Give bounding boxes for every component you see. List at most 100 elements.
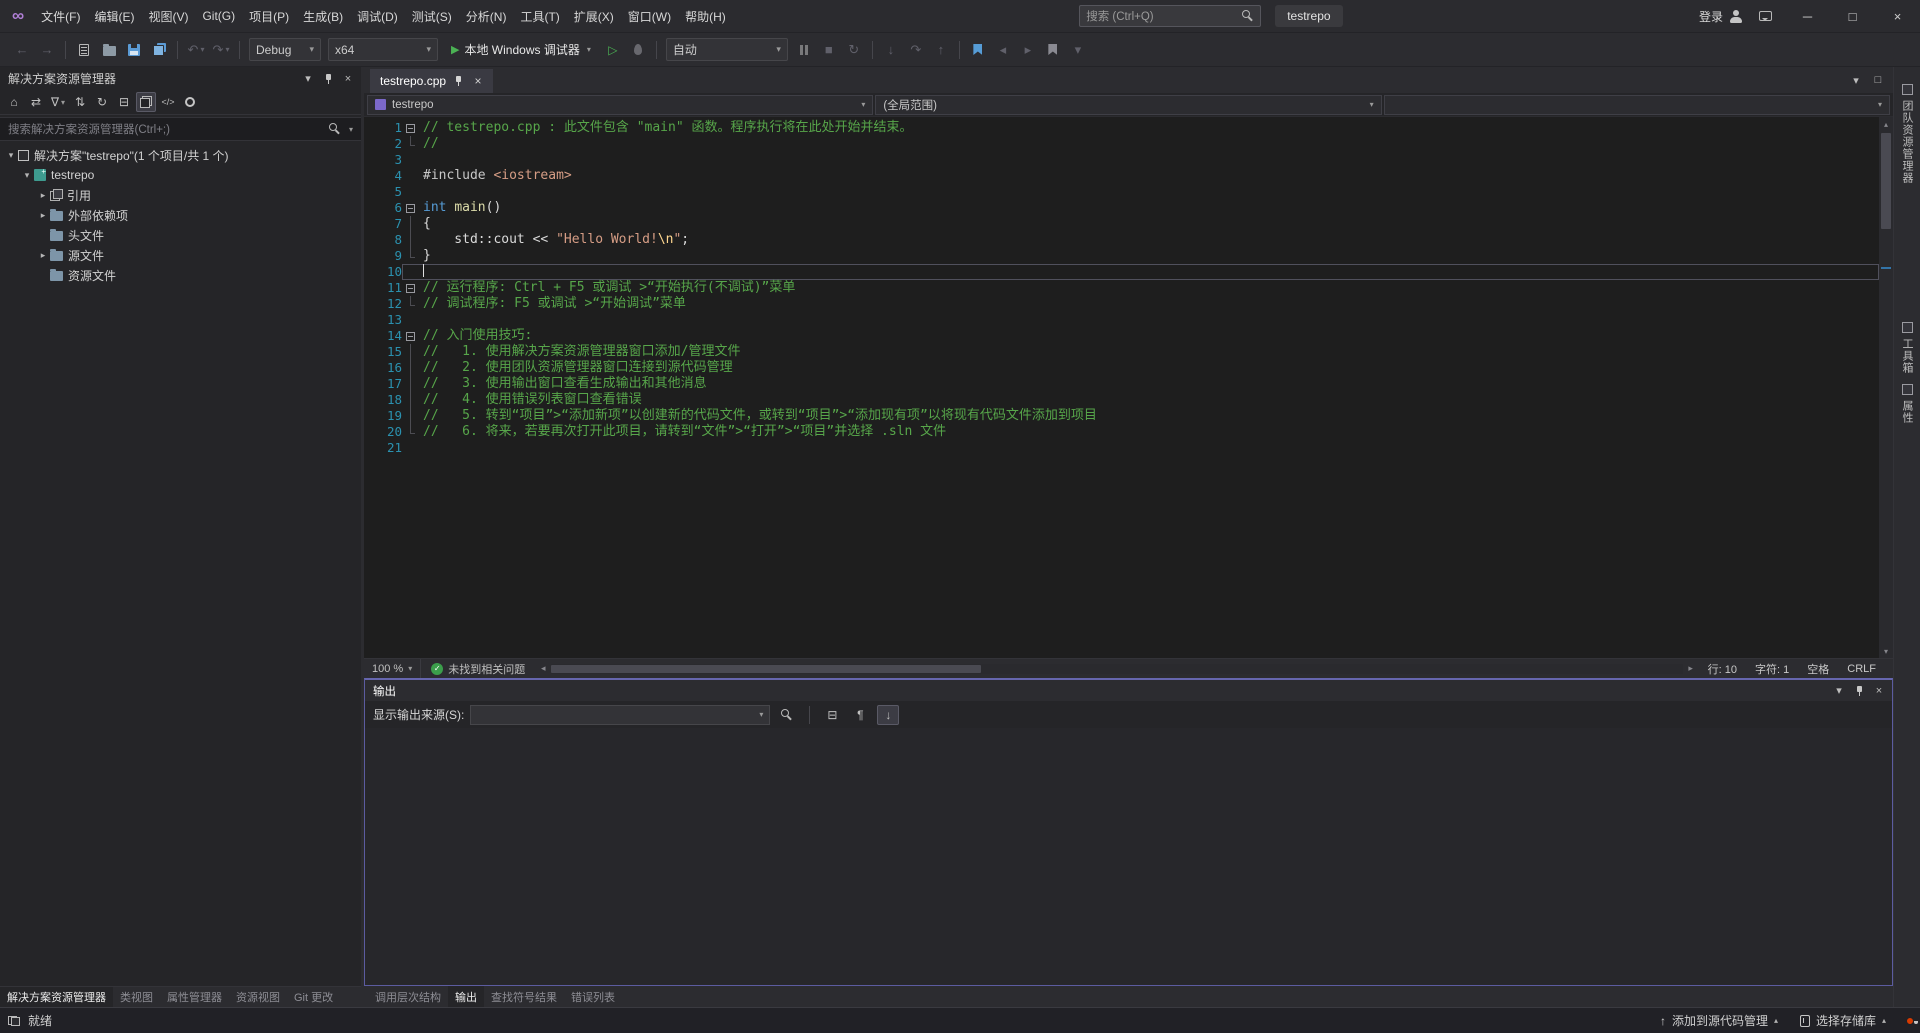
new-project-icon[interactable]: [72, 38, 96, 62]
navigate-forward-icon[interactable]: →: [35, 38, 59, 62]
background-tasks-icon[interactable]: [8, 1016, 20, 1026]
bottom-panel-tab[interactable]: 错误列表: [564, 986, 622, 1007]
code-line[interactable]: 4#include <iostream>: [364, 168, 1893, 184]
scrollbar-thumb[interactable]: [551, 665, 981, 673]
feedback-button[interactable]: [1753, 4, 1777, 28]
scroll-up-icon[interactable]: ▴: [1884, 117, 1888, 131]
code-line[interactable]: 7{: [364, 216, 1893, 232]
vertical-scrollbar[interactable]: ▴ ▾: [1879, 117, 1893, 658]
step-into-icon[interactable]: ↓: [879, 38, 903, 62]
expander-icon[interactable]: ▸: [36, 210, 50, 221]
code-line[interactable]: 19// 5. 转到“项目”>“添加新项”以创建新的代码文件，或转到“项目”>“…: [364, 408, 1893, 424]
code-line[interactable]: 1// testrepo.cpp : 此文件包含 "main" 函数。程序执行将…: [364, 120, 1893, 136]
clear-all-icon[interactable]: ⊟: [821, 705, 843, 725]
expander-icon[interactable]: ▾: [4, 150, 18, 161]
horizontal-scrollbar[interactable]: ◂ ▸: [535, 659, 1698, 678]
code-line[interactable]: 17// 3. 使用输出窗口查看生成输出和其他消息: [364, 376, 1893, 392]
close-icon[interactable]: ×: [339, 70, 357, 88]
scroll-down-icon[interactable]: ▾: [1884, 644, 1888, 658]
code-health-indicator[interactable]: ✓ 未找到相关问题: [420, 659, 535, 678]
menu-item[interactable]: 工具(T): [513, 0, 566, 32]
code-line[interactable]: 3: [364, 152, 1893, 168]
code-line[interactable]: 5: [364, 184, 1893, 200]
clear-bookmarks-icon[interactable]: [1041, 38, 1065, 62]
window-position-icon[interactable]: ▾: [299, 70, 317, 88]
collapse-region-icon[interactable]: [406, 284, 415, 293]
start-debugging-button[interactable]: ▶ 本地 Windows 调试器 ▾: [444, 38, 598, 62]
menu-item[interactable]: 视图(V): [141, 0, 195, 32]
menu-item[interactable]: 编辑(E): [87, 0, 141, 32]
menu-item[interactable]: 文件(F): [34, 0, 87, 32]
sign-in-button[interactable]: 登录: [1689, 8, 1753, 25]
autohide-tab[interactable]: 工具箱: [1899, 317, 1915, 379]
pin-icon[interactable]: [319, 70, 337, 88]
fold-margin[interactable]: [402, 328, 419, 344]
code-line[interactable]: 14// 入门使用技巧:: [364, 328, 1893, 344]
hot-reload-icon[interactable]: [626, 38, 650, 62]
fold-margin[interactable]: [402, 200, 419, 216]
word-wrap-icon[interactable]: ¶: [849, 705, 871, 725]
tree-item[interactable]: 资源文件: [0, 265, 361, 285]
code-line[interactable]: 6int main(): [364, 200, 1893, 216]
view-code-icon[interactable]: </>: [158, 92, 178, 112]
search-options-icon[interactable]: ▾: [349, 125, 353, 134]
tree-item[interactable]: ▾解决方案"testrepo"(1 个项目/共 1 个): [0, 145, 361, 165]
tool-window-tab[interactable]: 资源视图: [229, 987, 287, 1007]
step-over-icon[interactable]: ↷: [904, 38, 928, 62]
show-all-files-icon[interactable]: [136, 92, 156, 112]
document-tab[interactable]: testrepo.cpp ×: [370, 69, 493, 93]
collapse-region-icon[interactable]: [406, 204, 415, 213]
menu-item[interactable]: 生成(B): [296, 0, 350, 32]
next-bookmark-icon[interactable]: ▸: [1016, 38, 1040, 62]
open-file-icon[interactable]: [97, 38, 121, 62]
menu-item[interactable]: 调试(D): [350, 0, 405, 32]
tool-window-tab[interactable]: Git 更改: [287, 987, 340, 1007]
restart-icon[interactable]: ↻: [842, 38, 866, 62]
pin-icon[interactable]: [453, 75, 464, 87]
auto-combo[interactable]: 自动▾: [666, 38, 788, 61]
project-dropdown[interactable]: testrepo ▾: [367, 95, 873, 115]
collapse-region-icon[interactable]: [406, 124, 415, 133]
tool-window-tab[interactable]: 解决方案资源管理器: [0, 987, 113, 1007]
fold-margin[interactable]: [402, 280, 419, 296]
step-out-icon[interactable]: ↑: [929, 38, 953, 62]
close-icon[interactable]: ×: [1870, 682, 1888, 700]
spaces-indicator[interactable]: 空格: [1798, 661, 1838, 677]
code-line[interactable]: 8 std::cout << "Hello World!\n";: [364, 232, 1893, 248]
close-icon[interactable]: ×: [471, 74, 485, 88]
tree-item[interactable]: ▸引用: [0, 185, 361, 205]
code-line[interactable]: 10: [364, 264, 1893, 280]
previous-bookmark-icon[interactable]: ◂: [991, 38, 1015, 62]
output-header[interactable]: 输出 ▾ ×: [365, 680, 1892, 701]
tree-item[interactable]: ▾testrepo: [0, 165, 361, 185]
code-line[interactable]: 9}: [364, 248, 1893, 264]
bottom-panel-tab[interactable]: 调用层次结构: [368, 986, 448, 1007]
collapse-region-icon[interactable]: [406, 332, 415, 341]
scroll-right-icon[interactable]: ▸: [1683, 663, 1699, 674]
menu-item[interactable]: Git(G): [195, 0, 242, 32]
menu-item[interactable]: 分析(N): [459, 0, 514, 32]
minimize-button[interactable]: ─: [1785, 0, 1830, 33]
toolbar-overflow-icon[interactable]: ▾: [1066, 38, 1090, 62]
switch-views-icon[interactable]: ⇄: [26, 92, 46, 112]
expander-icon[interactable]: ▾: [20, 170, 34, 181]
redo-icon[interactable]: ↷▾: [209, 38, 233, 62]
pin-icon[interactable]: [1850, 682, 1868, 700]
tool-window-tab[interactable]: 属性管理器: [160, 987, 229, 1007]
undo-icon[interactable]: ↶▾: [184, 38, 208, 62]
pending-changes-filter-icon[interactable]: ∇▾: [48, 92, 68, 112]
add-to-source-control-button[interactable]: ↑ 添加到源代码管理 ▴: [1652, 1008, 1786, 1033]
menu-item[interactable]: 扩展(X): [567, 0, 621, 32]
quick-search-box[interactable]: 搜索 (Ctrl+Q): [1079, 5, 1261, 27]
tree-item[interactable]: ▸源文件: [0, 245, 361, 265]
navigate-back-icon[interactable]: ←: [10, 38, 34, 62]
break-all-icon[interactable]: [792, 38, 816, 62]
scope-dropdown[interactable]: (全局范围) ▾: [875, 95, 1381, 115]
expander-icon[interactable]: ▸: [36, 250, 50, 261]
tree-item[interactable]: 头文件: [0, 225, 361, 245]
properties-icon[interactable]: [180, 92, 200, 112]
menu-item[interactable]: 项目(P): [242, 0, 296, 32]
window-position-icon[interactable]: ▾: [1830, 682, 1848, 700]
tree-item[interactable]: ▸外部依赖项: [0, 205, 361, 225]
find-message-icon[interactable]: [776, 705, 798, 725]
